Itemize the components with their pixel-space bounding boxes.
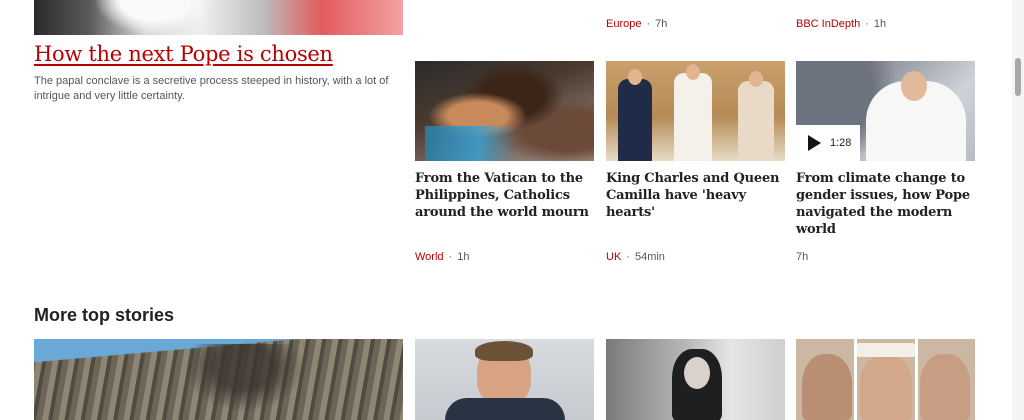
card-meta: World · 1h — [415, 251, 469, 263]
figure — [618, 79, 652, 161]
hero-summary: The papal conclave is a secretive proces… — [34, 75, 389, 102]
section-link[interactable]: UK — [606, 251, 621, 263]
hero-headline-link[interactable]: How the next Pope is chosen — [34, 40, 404, 68]
timestamp: 1h — [873, 18, 887, 30]
divider — [915, 339, 918, 420]
divider — [854, 339, 857, 420]
section-link[interactable]: BBC InDepth — [796, 18, 860, 30]
meta-separator: · — [646, 18, 651, 30]
card-headline-link[interactable]: King Charles and Queen Camilla have 'hea… — [606, 170, 786, 221]
timestamp: 1h — [457, 251, 470, 263]
story-image-woman-portrait[interactable] — [606, 339, 785, 420]
card-meta: UK · 54min — [606, 251, 665, 263]
card-meta-indepth: BBC InDepth · 1h — [796, 18, 886, 30]
card-meta-europe: Europe · 7h — [606, 18, 667, 30]
timestamp: 7h — [655, 18, 668, 30]
suit-shape — [445, 398, 565, 420]
story-image-man-in-suit[interactable] — [415, 339, 594, 420]
section-link[interactable]: Europe — [606, 18, 641, 30]
card-meta: 7h — [796, 251, 808, 263]
card-image-praying-woman[interactable] — [415, 61, 594, 161]
card-image-pope-waving[interactable]: 1:28 — [796, 61, 975, 161]
meta-separator: · — [448, 251, 453, 263]
face — [860, 354, 912, 420]
meta-separator: · — [865, 18, 869, 30]
hat — [854, 343, 918, 357]
section-title-more-top-stories: More top stories — [34, 305, 175, 325]
story-image-three-men[interactable] — [796, 339, 975, 420]
news-page: Europe · 7h BBC InDepth · 1h How the nex… — [0, 0, 1024, 420]
video-badge[interactable]: 1:28 — [796, 125, 860, 161]
story-image-damaged-building[interactable] — [34, 339, 403, 420]
figure-head — [628, 69, 642, 85]
card-image-king-and-pope[interactable] — [606, 61, 785, 161]
figure — [674, 73, 712, 161]
card-headline-link[interactable]: From climate change to gender issues, ho… — [796, 170, 976, 238]
timestamp: 54min — [634, 251, 665, 263]
figure — [738, 81, 774, 161]
scrollbar-thumb[interactable] — [1015, 58, 1021, 96]
timestamp: 7h — [796, 251, 809, 263]
face — [920, 354, 970, 420]
video-duration: 1:28 — [830, 137, 852, 149]
meta-separator: · — [626, 251, 630, 263]
figure-head — [749, 71, 763, 87]
play-icon — [808, 135, 821, 151]
figure-head — [686, 64, 700, 80]
section-link[interactable]: World — [415, 251, 444, 263]
face — [802, 354, 852, 420]
card-headline-link[interactable]: From the Vatican to the Philippines, Cat… — [415, 170, 595, 221]
hero-image[interactable] — [34, 0, 403, 35]
